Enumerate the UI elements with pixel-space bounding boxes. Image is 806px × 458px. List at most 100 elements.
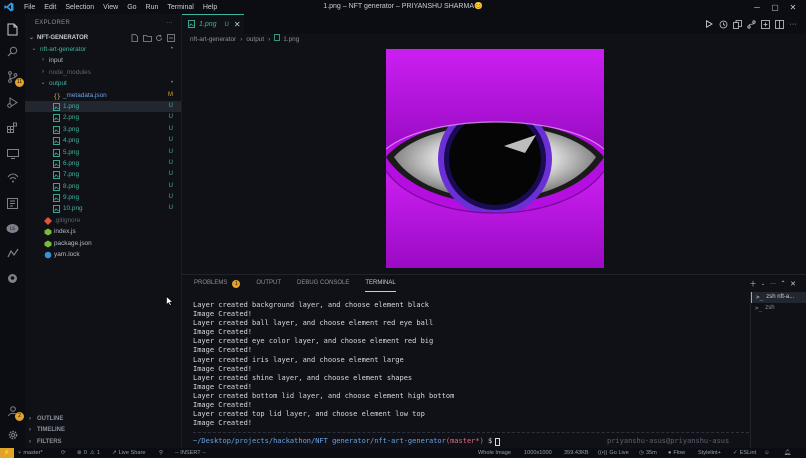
search-icon[interactable] (5, 44, 20, 59)
remote-connection-icon[interactable] (5, 171, 20, 186)
close-window-icon[interactable]: ✕ (784, 3, 802, 12)
menu-help[interactable]: Help (203, 4, 217, 11)
tab-label: 1.png (199, 21, 217, 28)
refresh-icon[interactable] (153, 32, 165, 44)
file-item[interactable]: 3.png U (25, 124, 181, 135)
compare-icon[interactable] (730, 17, 744, 31)
project-name: NFT-GENERATOR (37, 35, 89, 41)
problems-status[interactable]: ⊗ 0 ⚠ 1 (77, 448, 100, 458)
docker-icon[interactable] (5, 246, 20, 261)
accounts-icon[interactable]: 2 (5, 403, 24, 421)
image-zoom-label[interactable]: Whole Image (478, 448, 511, 458)
file-item[interactable]: {} _metadata.json M (25, 90, 181, 101)
run-debug-icon[interactable] (5, 95, 20, 110)
live-share-status[interactable]: ↗ Live Share (112, 448, 145, 458)
close-tab-icon[interactable]: ✕ (234, 20, 241, 29)
tab-1-png[interactable]: 1.png U ✕ (182, 14, 244, 34)
plug-status[interactable]: ⚲ (159, 448, 163, 458)
tab-problems[interactable]: PROBLEMS 1 (194, 275, 241, 292)
terminal-output[interactable]: Layer created background layer, and choo… (193, 301, 748, 428)
testing-icon[interactable] (5, 196, 20, 211)
breadcrumb-item[interactable]: 1.png (283, 34, 299, 45)
split-editor-icon[interactable] (772, 17, 786, 31)
open-changes-icon[interactable] (758, 17, 772, 31)
file-item[interactable]: package.json (25, 238, 181, 249)
tab-output-label: OUTPUT (256, 280, 282, 286)
file-item[interactable]: index.js (25, 226, 181, 237)
terminal-item[interactable]: >_ zsh nft-a... (751, 292, 806, 303)
image-dimensions: 1000x1000 (524, 450, 552, 456)
git-branch[interactable]: ⑂ master* (18, 448, 43, 458)
tree-item-label: .gitignore (54, 216, 81, 224)
file-item[interactable]: 4.png U (25, 135, 181, 146)
extensions-icon[interactable] (5, 120, 20, 135)
file-item[interactable]: 10.png U (25, 203, 181, 214)
menu-terminal[interactable]: Terminal (167, 4, 193, 11)
file-item[interactable]: 9.png U (25, 192, 181, 203)
more-actions-icon[interactable]: ··· (786, 17, 800, 31)
sync-button[interactable]: ⟳ (61, 448, 66, 458)
more-actions-icon[interactable]: ··· (768, 281, 778, 287)
remote-explorer-icon[interactable] (5, 146, 20, 161)
breadcrumb-item[interactable]: nft-art-generator (190, 34, 236, 45)
menu-edit[interactable]: Edit (44, 4, 56, 11)
file-item[interactable]: 2.png U (25, 112, 181, 123)
eslint-status[interactable]: ✓ ESLint (733, 448, 756, 458)
time-tracker[interactable]: ◷ 35m (639, 448, 657, 458)
history-icon[interactable] (716, 17, 730, 31)
menu-go[interactable]: Go (127, 4, 136, 11)
file-item[interactable]: .gitignore (25, 215, 181, 226)
outline-section[interactable]: › OUTLINE (25, 414, 182, 426)
stylelint-status[interactable]: Stylelint+ (698, 448, 721, 458)
close-panel-icon[interactable]: ✕ (788, 280, 798, 288)
git-status: • (170, 46, 173, 52)
new-file-icon[interactable] (129, 32, 141, 44)
menu-file[interactable]: File (24, 4, 35, 11)
folder-item[interactable]: ⌄ nft-art-generator • (25, 44, 181, 55)
git-branch-compare-icon[interactable] (744, 17, 758, 31)
file-item[interactable]: 8.png U (25, 181, 181, 192)
folder-item[interactable]: › node_modules (25, 67, 181, 78)
github-icon[interactable] (5, 271, 20, 286)
chevron-down-icon[interactable]: ⌄ (758, 281, 768, 287)
terminal-prompt[interactable]: ~/Desktop/projects/hackathon/NFT generat… (193, 437, 501, 446)
maximize-panel-icon[interactable]: ⌃ (778, 280, 788, 287)
explorer-icon[interactable] (5, 22, 20, 37)
remote-indicator[interactable]: ⚡ (0, 448, 14, 458)
explorer-title: EXPLORER (35, 20, 71, 26)
terminal-item[interactable]: >_ zsh (751, 303, 806, 314)
explorer-more-button[interactable]: ··· (166, 14, 173, 32)
source-control-icon[interactable]: 11 (5, 69, 24, 87)
file-item[interactable]: 7.png U (25, 169, 181, 180)
minimize-icon[interactable]: ─ (748, 3, 766, 12)
collapse-all-icon[interactable] (165, 32, 177, 44)
menu-run[interactable]: Run (146, 4, 159, 11)
folder-item[interactable]: › input (25, 55, 181, 66)
feedback-button[interactable]: ☺ (764, 448, 770, 458)
tab-debug-console[interactable]: DEBUG CONSOLE (297, 275, 349, 292)
file-item[interactable]: yarn.lock (25, 249, 181, 260)
new-terminal-icon[interactable]: ＋ (748, 279, 758, 289)
run-icon[interactable] (702, 17, 716, 31)
live-share-icon[interactable]: LS (5, 221, 20, 236)
file-item[interactable]: 5.png U (25, 147, 181, 158)
warning-count: 1 (96, 450, 100, 456)
menu-selection[interactable]: Selection (65, 4, 94, 11)
file-item[interactable]: 6.png U (25, 158, 181, 169)
project-header[interactable]: ⌄ NFT-GENERATOR (25, 32, 181, 44)
maximize-icon[interactable]: ▢ (766, 3, 784, 12)
settings-gear-icon[interactable] (5, 427, 20, 442)
go-live-button[interactable]: ((•)) Go Live (598, 448, 629, 458)
breadcrumb-item[interactable]: output (246, 34, 264, 45)
new-folder-icon[interactable] (141, 32, 153, 44)
folder-item[interactable]: ⌄ output • (25, 78, 181, 89)
menu-view[interactable]: View (103, 4, 118, 11)
timeline-section[interactable]: › TIMELINE (25, 425, 182, 437)
filters-section[interactable]: › FILTERS (25, 437, 182, 449)
tab-terminal[interactable]: TERMINAL (365, 275, 396, 292)
notifications-button[interactable]: 🔔︎ (784, 448, 791, 458)
tab-output[interactable]: OUTPUT (256, 275, 281, 292)
flow-status[interactable]: ● Flow (668, 448, 685, 458)
file-item[interactable]: 1.png U (25, 100, 181, 113)
image-file-icon (53, 125, 61, 134)
